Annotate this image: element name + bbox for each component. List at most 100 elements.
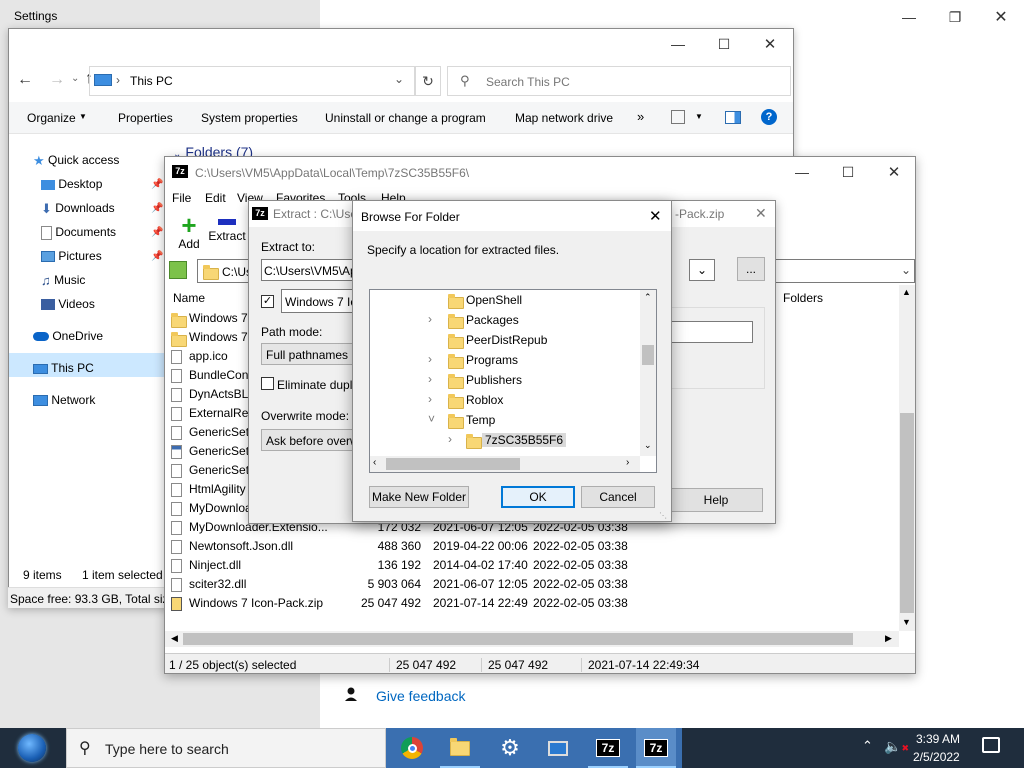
expand-chevron-icon[interactable]: › [428, 392, 432, 406]
tree-item[interactable]: ˅ Temp [370, 410, 640, 430]
nav-item-music[interactable]: ♫ Music [41, 273, 85, 288]
scroll-thumb[interactable] [900, 413, 914, 613]
address-bar[interactable]: › This PC ⌄ [89, 66, 415, 96]
nav-item-videos[interactable]: Videos [41, 297, 95, 311]
start-button[interactable] [8, 730, 56, 766]
file-row[interactable]: Newtonsoft.Json.dll 488 360 2019-04-22 00:… [165, 537, 899, 556]
tree-item[interactable]: OpenShell [370, 290, 640, 310]
help-icon[interactable]: ? [761, 109, 777, 125]
browse-close-button[interactable]: ✕ [649, 207, 662, 225]
sevenzip-close-button[interactable]: ✕ [871, 157, 917, 187]
extract-to-dropdown[interactable]: ⌄ [689, 259, 715, 281]
tree-scroll-right-icon[interactable]: › [626, 457, 629, 468]
scroll-down-arrow-icon[interactable]: ▼ [902, 617, 911, 627]
scroll-right-arrow-icon[interactable]: ▶ [885, 633, 892, 644]
sevenzip-minimize-button[interactable]: — [779, 157, 825, 187]
nav-item-pictures[interactable]: Pictures [41, 249, 102, 263]
chevron-down-icon[interactable]: ⌄ [394, 72, 404, 86]
recent-locations-button[interactable]: ⌄ [71, 73, 79, 84]
nav-item-downloads[interactable]: ⬇ Downloads [41, 201, 115, 217]
tree-item[interactable]: › 7zSC35B55F6 [370, 430, 640, 450]
file-row[interactable]: sciter32.dll 5 903 064 2021-06-07 12:05 202… [165, 575, 899, 594]
tree-vertical-scrollbar[interactable]: ⌃ ⌄ [640, 290, 656, 456]
scroll-left-arrow-icon[interactable]: ◀ [171, 633, 178, 644]
tree-h-scroll-thumb[interactable] [386, 458, 520, 470]
file-row[interactable]: Windows 7 Icon-Pack.zip 25 047 492 2021-07… [165, 594, 899, 613]
7zip-taskbar-icon[interactable]: 7z [588, 728, 628, 768]
expand-chevron-icon[interactable]: › [428, 312, 432, 326]
show-hidden-icons-icon[interactable]: ⌃ [862, 738, 873, 754]
search-box[interactable]: ⚲ Search This PC [447, 66, 791, 96]
nav-item-network[interactable]: Network [33, 393, 95, 407]
folder-tree[interactable]: OpenShell › Packages PeerDistRepub › Programs… [369, 289, 657, 473]
extract-help-button[interactable]: Help [669, 488, 763, 512]
back-button[interactable]: ← [17, 71, 33, 89]
properties-button[interactable]: Properties [118, 111, 173, 125]
clock-date[interactable]: 2/5/2022 [913, 750, 960, 764]
nav-item-quick-access[interactable]: ★ Quick access [33, 153, 119, 169]
expand-chevron-icon[interactable]: › [428, 352, 432, 366]
menu-file[interactable]: File [172, 191, 191, 205]
add-button[interactable]: + Add [171, 212, 207, 253]
extract-button[interactable]: Extract [207, 213, 247, 253]
nav-item-onedrive[interactable]: OneDrive [33, 329, 103, 343]
up-folder-icon[interactable] [169, 261, 187, 279]
system-properties-button[interactable]: System properties [201, 111, 298, 125]
sevenzip-maximize-button[interactable]: ☐ [825, 157, 871, 187]
h-scroll-thumb[interactable] [183, 633, 853, 645]
scroll-up-arrow-icon[interactable]: ▲ [902, 287, 911, 297]
view-options-icon[interactable] [671, 110, 685, 124]
uninstall-button[interactable]: Uninstall or change a program [325, 111, 486, 125]
browse-folder-button[interactable]: ... [737, 257, 765, 281]
map-network-drive-button[interactable]: Map network drive [515, 111, 613, 125]
resize-grip-icon[interactable]: ⋱ [659, 511, 667, 520]
tree-scroll-up-icon[interactable]: ⌃ [644, 292, 652, 303]
tree-item[interactable]: PeerDistRepub [370, 330, 640, 350]
volume-muted-icon[interactable]: 🔈✖ [884, 738, 909, 755]
subfolder-field[interactable]: Windows 7 Ico [281, 289, 357, 313]
subfolder-checkbox[interactable]: ✓ [261, 295, 274, 308]
settings-icon[interactable]: ⚙ [490, 728, 530, 768]
extract-to-field[interactable]: C:\Users\VM5\App [261, 259, 357, 281]
extract-close-button[interactable]: ✕ [755, 205, 767, 222]
explorer-maximize-button[interactable]: ☐ [701, 29, 747, 59]
clock-time[interactable]: 3:39 AM [916, 732, 960, 746]
eliminate-checkbox[interactable] [261, 377, 274, 390]
tree-item[interactable]: › Roblox [370, 390, 640, 410]
file-row[interactable]: Ninject.dll 136 192 2014-04-02 17:40 2022-0… [165, 556, 899, 575]
refresh-button[interactable]: ↻ [415, 66, 441, 96]
make-new-folder-button[interactable]: Make New Folder [369, 486, 469, 508]
nav-item-this-pc[interactable]: This PC [9, 353, 165, 377]
nav-item-desktop[interactable]: Desktop [41, 177, 102, 191]
expand-chevron-icon[interactable]: › [428, 372, 432, 386]
taskbar-search-box[interactable]: ⚲ Type here to search [66, 728, 386, 768]
explorer-minimize-button[interactable]: — [655, 29, 701, 59]
overwrite-select[interactable]: Ask before overwri [261, 429, 357, 451]
remote-desktop-icon[interactable] [538, 728, 578, 768]
horizontal-scrollbar[interactable]: ◀ ▶ [165, 631, 899, 647]
give-feedback-link[interactable]: Give feedback [376, 688, 466, 704]
tree-item[interactable]: › Packages [370, 310, 640, 330]
more-commands-button[interactable]: » [637, 109, 644, 124]
tree-scroll-left-icon[interactable]: ‹ [373, 457, 376, 468]
organize-button[interactable]: Organize [27, 111, 76, 125]
chrome-icon[interactable] [392, 728, 432, 768]
forward-button[interactable]: → [49, 71, 65, 89]
file-explorer-icon[interactable] [440, 728, 480, 768]
menu-edit[interactable]: Edit [205, 191, 226, 205]
tree-item[interactable]: › Programs [370, 350, 640, 370]
column-folders-header[interactable]: Folders [783, 291, 823, 305]
preview-pane-icon[interactable] [725, 111, 741, 124]
settings-close-button[interactable]: ✕ [978, 2, 1024, 32]
ok-button[interactable]: OK [501, 486, 575, 508]
view-chevron-icon[interactable]: ▼ [695, 112, 703, 121]
expand-chevron-icon[interactable]: › [448, 432, 452, 446]
path-mode-select[interactable]: Full pathnames [261, 343, 357, 365]
tree-item[interactable]: › Publishers [370, 370, 640, 390]
settings-minimize-button[interactable]: — [886, 2, 932, 32]
settings-maximize-button[interactable]: ❐ [932, 2, 978, 32]
tree-scroll-thumb[interactable] [642, 345, 654, 365]
path-chevron-icon[interactable]: ⌄ [901, 263, 911, 277]
notification-icon[interactable] [982, 737, 1000, 753]
7zip-taskbar-icon-active[interactable]: 7z [636, 728, 676, 768]
